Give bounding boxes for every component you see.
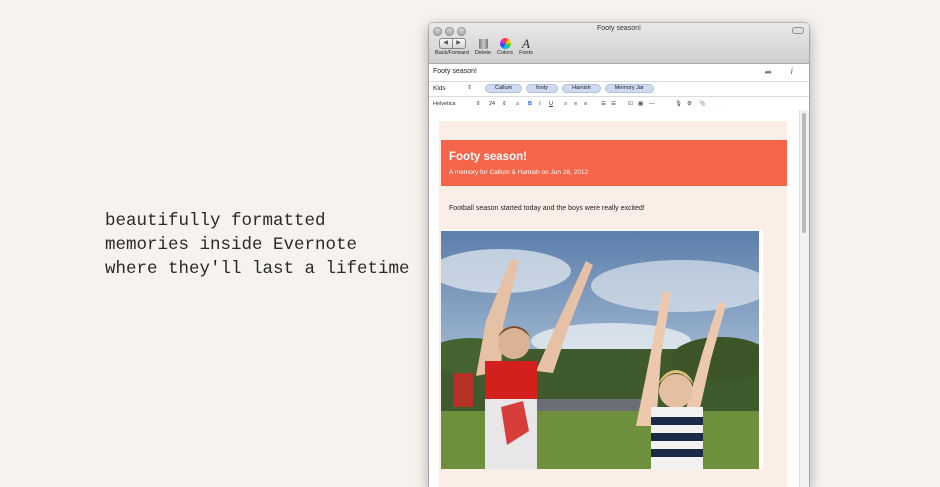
- tag-memory-jar[interactable]: Memory Jar: [604, 84, 654, 93]
- color-wheel-icon: [499, 38, 511, 49]
- note-body-text: Football season started today and the bo…: [449, 205, 645, 212]
- align-center-icon[interactable]: ≡: [574, 101, 577, 107]
- banner-subtitle: A memory for Callum & Hamish on Jun 28, …: [449, 169, 589, 176]
- bold-button[interactable]: B: [528, 101, 532, 107]
- tag-footy[interactable]: footy: [526, 84, 559, 93]
- table-icon[interactable]: ▦: [638, 101, 643, 107]
- tagline-line-3: where they'll last a lifetime: [105, 259, 410, 279]
- back-forward-control: ◀ ▶ Back/Forward: [434, 38, 470, 56]
- font-size-stepper-icon[interactable]: ⇕: [502, 101, 507, 107]
- forward-icon[interactable]: ▶: [452, 38, 466, 49]
- fonts-icon: A: [522, 36, 530, 51]
- tagline-line-1: beautifully formatted: [105, 211, 326, 231]
- font-family-select[interactable]: Helvetica: [433, 101, 456, 107]
- notebook-stepper-icon[interactable]: ⇕: [467, 84, 472, 91]
- window-title: Footy season!: [597, 25, 641, 32]
- gear-icon[interactable]: ⚙: [687, 101, 692, 107]
- colors-button[interactable]: Colors: [495, 38, 515, 56]
- back-icon[interactable]: ◀: [438, 38, 453, 49]
- photo-frame: [441, 229, 763, 469]
- share-icon[interactable]: ➦: [764, 67, 772, 78]
- note-title-row: Footy season! ➦ i: [429, 64, 809, 82]
- bullet-list-icon[interactable]: ☰: [601, 101, 606, 107]
- tag-list: Callum footy Hamish Memory Jar: [485, 84, 654, 93]
- text-color-icon[interactable]: a: [516, 101, 519, 107]
- fonts-label: Fonts: [519, 50, 533, 56]
- delete-button[interactable]: Delete: [474, 38, 492, 56]
- memory-banner: Footy season! A memory for Callum & Hami…: [441, 140, 787, 186]
- microphone-icon[interactable]: 🎙: [675, 101, 682, 107]
- note-title-field[interactable]: Footy season!: [433, 68, 477, 75]
- align-right-icon[interactable]: ≡: [584, 101, 587, 107]
- numbered-list-icon[interactable]: ☰: [611, 101, 616, 107]
- trash-icon: [478, 39, 488, 49]
- font-family-stepper-icon[interactable]: ⇕: [476, 101, 481, 107]
- scroll-thumb[interactable]: [802, 113, 806, 233]
- delete-label: Delete: [475, 50, 491, 56]
- banner-title: Footy season!: [449, 151, 527, 163]
- colors-label: Colors: [497, 50, 513, 56]
- toolbar-toggle-button[interactable]: [792, 27, 804, 34]
- info-icon[interactable]: i: [790, 66, 793, 76]
- tagline-line-2: memories inside Evernote: [105, 235, 358, 255]
- checkbox-icon[interactable]: ☑: [628, 101, 633, 107]
- tag-hamish[interactable]: Hamish: [562, 84, 601, 93]
- paperclip-icon[interactable]: 📎: [699, 101, 706, 107]
- align-left-icon[interactable]: ≡: [564, 101, 567, 107]
- horizontal-rule-icon[interactable]: —: [649, 101, 655, 107]
- underline-button[interactable]: U: [549, 101, 553, 107]
- fonts-button[interactable]: A Fonts: [518, 36, 534, 56]
- italic-button[interactable]: I: [539, 101, 541, 107]
- scrollbar[interactable]: [799, 110, 809, 487]
- memory-card: Footy season! A memory for Callum & Hami…: [439, 121, 787, 487]
- notebook-tags-row: Kids ⇕ Callum footy Hamish Memory Jar: [429, 82, 809, 97]
- photo: [441, 231, 759, 469]
- notebook-selector[interactable]: Kids: [433, 85, 446, 92]
- back-forward-label: Back/Forward: [435, 50, 469, 56]
- tagline: beautifully formatted memories inside Ev…: [105, 209, 410, 281]
- note-content[interactable]: Footy season! A memory for Callum & Hami…: [429, 110, 809, 487]
- tag-callum[interactable]: Callum: [485, 84, 523, 93]
- title-bar: Footy season! ◀ ▶ Back/Forward Delete Co…: [429, 23, 809, 64]
- evernote-window: Footy season! ◀ ▶ Back/Forward Delete Co…: [429, 23, 809, 487]
- font-size-select[interactable]: 24: [489, 101, 495, 107]
